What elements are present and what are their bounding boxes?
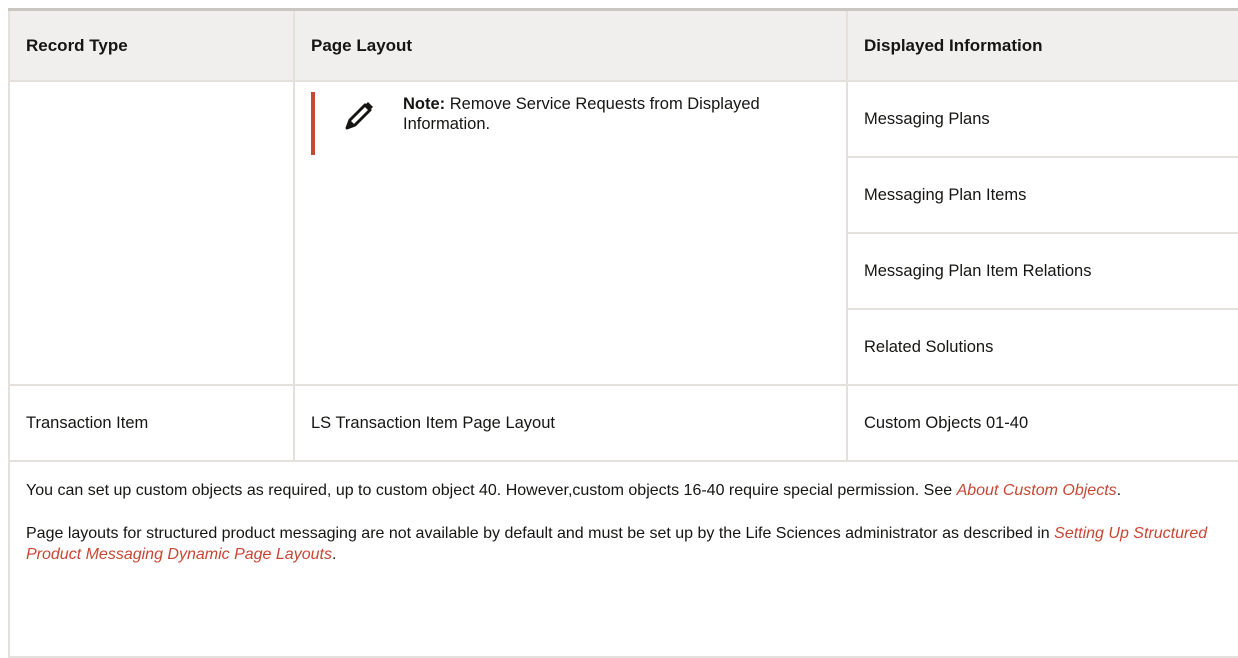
displayed-item-related-solutions: Related Solutions xyxy=(846,308,1238,386)
page-layout-ls-transaction-item: LS Transaction Item Page Layout xyxy=(293,384,848,462)
note-accent-bar xyxy=(311,92,315,155)
record-type-cell-empty xyxy=(8,80,295,386)
record-type-transaction-item: Transaction Item xyxy=(8,384,295,462)
header-displayed-information: Displayed Information xyxy=(846,8,1238,82)
table-row: Note: Remove Service Requests from Displ… xyxy=(8,80,1238,386)
header-page-layout: Page Layout xyxy=(293,8,848,82)
document-page: Record Type Page Layout Displayed Inform… xyxy=(0,0,1238,658)
note-cell: Note: Remove Service Requests from Displ… xyxy=(293,80,848,386)
page-layout-table: Record Type Page Layout Displayed Inform… xyxy=(8,8,1238,658)
displayed-item-messaging-plan-item-relations: Messaging Plan Item Relations xyxy=(846,232,1238,310)
displayed-item-custom-objects: Custom Objects 01-40 xyxy=(846,384,1238,462)
footnote-custom-objects: You can set up custom objects as require… xyxy=(26,482,1122,499)
table-header-row: Record Type Page Layout Displayed Inform… xyxy=(8,8,1238,82)
header-record-type: Record Type xyxy=(8,8,295,82)
displayed-item-messaging-plans: Messaging Plans xyxy=(846,80,1238,158)
note-callout: Note: Remove Service Requests from Displ… xyxy=(311,92,846,155)
note-body: Remove Service Requests from Displayed I… xyxy=(403,95,760,133)
note-label: Note: xyxy=(403,95,446,113)
table-footer-row: You can set up custom objects as require… xyxy=(8,460,1238,658)
table-row: Transaction Item LS Transaction Item Pag… xyxy=(8,384,1238,462)
pencil-icon xyxy=(345,102,373,130)
table-footnote-cell: You can set up custom objects as require… xyxy=(8,460,1238,658)
displayed-item-messaging-plan-items: Messaging Plan Items xyxy=(846,156,1238,234)
link-about-custom-objects[interactable]: About Custom Objects xyxy=(957,482,1117,499)
note-text: Note: Remove Service Requests from Displ… xyxy=(403,94,803,134)
footnote-page-layouts: Page layouts for structured product mess… xyxy=(26,525,1208,563)
